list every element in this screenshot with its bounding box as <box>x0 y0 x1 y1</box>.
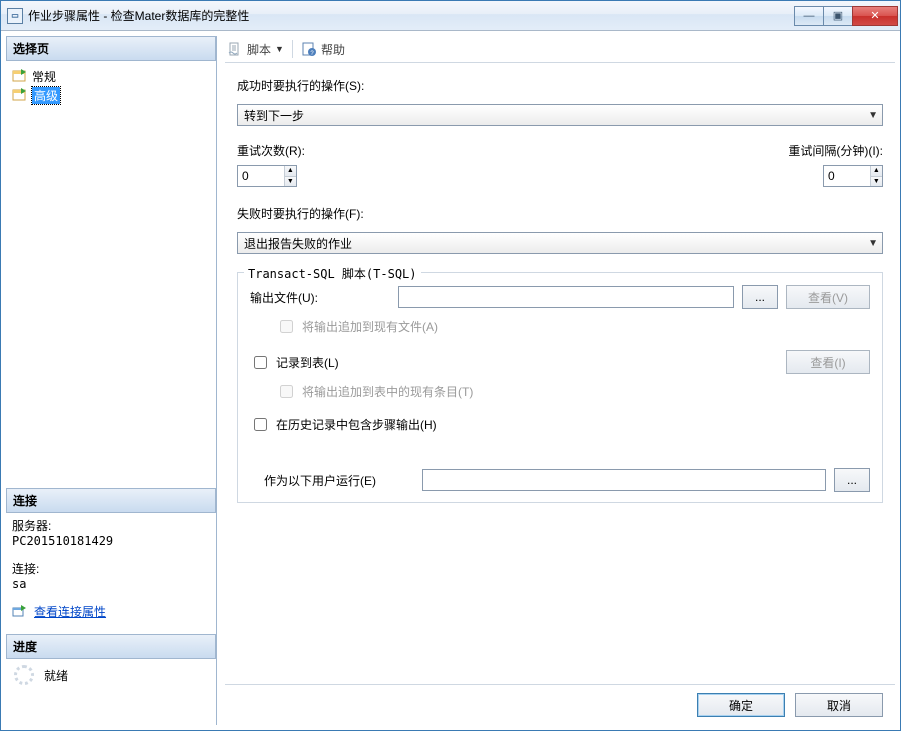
connection-properties-icon <box>12 604 28 620</box>
spin-down-icon[interactable]: ▼ <box>285 177 296 187</box>
retry-count-label: 重试次数(R): <box>237 142 305 159</box>
select-page-header: 选择页 <box>6 36 216 61</box>
spin-down-icon[interactable]: ▼ <box>871 177 882 187</box>
browse-button[interactable]: ... <box>742 285 778 309</box>
dialog-footer: 确定 取消 <box>225 684 895 725</box>
dropdown-arrow-icon: ▼ <box>275 44 284 54</box>
app-icon: ▭ <box>7 8 23 24</box>
include-history-label: 在历史记录中包含步骤输出(H) <box>276 416 437 433</box>
retry-count-input[interactable] <box>238 166 284 186</box>
run-as-browse-button[interactable]: ... <box>834 468 870 492</box>
view-output-file-button[interactable]: 查看(V) <box>786 285 870 309</box>
cancel-button[interactable]: 取消 <box>795 693 883 717</box>
on-success-label: 成功时要执行的操作(S): <box>237 77 883 94</box>
script-icon <box>227 41 243 57</box>
page-icon <box>12 88 28 104</box>
on-success-value: 转到下一步 <box>244 107 304 124</box>
progress-header: 进度 <box>6 634 216 659</box>
append-table-label: 将输出追加到表中的现有条目(T) <box>302 383 473 400</box>
on-success-select[interactable]: 转到下一步 ▼ <box>237 104 883 126</box>
server-value: PC201510181429 <box>12 534 210 548</box>
left-pane: 选择页 常规 高级 连接 <box>6 36 216 725</box>
toolbar-separator <box>292 40 293 58</box>
output-file-label: 输出文件(U): <box>250 289 390 306</box>
close-button[interactable]: ✕ <box>852 6 898 26</box>
page-icon <box>12 69 28 85</box>
help-label: 帮助 <box>321 41 345 58</box>
run-as-input[interactable] <box>422 469 826 491</box>
append-file-label: 将输出追加到现有文件(A) <box>302 318 438 335</box>
include-history-checkbox[interactable] <box>254 418 267 431</box>
titlebar[interactable]: ▭ 作业步骤属性 - 检查Mater数据库的完整性 — ▣ ✕ <box>1 1 900 31</box>
retry-interval-spinner[interactable]: ▲▼ <box>823 165 883 187</box>
chevron-down-icon: ▼ <box>868 238 878 249</box>
window-frame: ▭ 作业步骤属性 - 检查Mater数据库的完整性 — ▣ ✕ 选择页 常规 <box>0 0 901 731</box>
connection-section: 连接 服务器: PC201510181429 连接: sa 查看连接属 <box>6 488 216 624</box>
sidebar-item-label: 高级 <box>32 87 60 104</box>
window-title: 作业步骤属性 - 检查Mater数据库的完整性 <box>28 7 249 24</box>
right-pane: 脚本 ▼ ? 帮助 成功时要执行的操作(S): 转到下一步 ▼ <box>216 36 895 725</box>
sidebar-item-advanced[interactable]: 高级 <box>10 86 212 105</box>
chevron-down-icon: ▼ <box>868 110 878 121</box>
connection-value: sa <box>12 577 210 591</box>
on-failure-select[interactable]: 退出报告失败的作业 ▼ <box>237 232 883 254</box>
script-label: 脚本 <box>247 41 271 58</box>
connection-header: 连接 <box>6 488 216 513</box>
retry-interval-input[interactable] <box>824 166 870 186</box>
progress-status: 就绪 <box>44 667 68 684</box>
retry-interval-label: 重试间隔(分钟)(I): <box>788 142 883 159</box>
on-failure-label: 失败时要执行的操作(F): <box>237 205 883 222</box>
log-table-checkbox[interactable] <box>254 356 267 369</box>
retry-count-spinner[interactable]: ▲▼ <box>237 165 297 187</box>
help-button[interactable]: ? 帮助 <box>301 41 345 58</box>
append-file-checkbox <box>280 320 293 333</box>
page-list: 常规 高级 <box>6 65 216 105</box>
progress-spinner-icon <box>14 665 34 685</box>
on-failure-value: 退出报告失败的作业 <box>244 235 352 252</box>
maximize-button[interactable]: ▣ <box>823 6 853 26</box>
minimize-button[interactable]: — <box>794 6 824 26</box>
log-table-label: 记录到表(L) <box>276 354 339 371</box>
sidebar-item-general[interactable]: 常规 <box>10 67 212 86</box>
spin-up-icon[interactable]: ▲ <box>871 166 882 177</box>
script-button[interactable]: 脚本 ▼ <box>227 41 284 58</box>
ok-button[interactable]: 确定 <box>697 693 785 717</box>
view-connection-properties-link[interactable]: 查看连接属性 <box>34 603 106 620</box>
server-label: 服务器: <box>12 517 210 534</box>
append-table-checkbox <box>280 385 293 398</box>
output-file-input[interactable] <box>398 286 734 308</box>
spin-up-icon[interactable]: ▲ <box>285 166 296 177</box>
tsql-legend: Transact-SQL 脚本(T-SQL) <box>244 265 421 282</box>
connection-label: 连接: <box>12 560 210 577</box>
sidebar-item-label: 常规 <box>32 68 56 85</box>
view-table-button[interactable]: 查看(I) <box>786 350 870 374</box>
tsql-fieldset: Transact-SQL 脚本(T-SQL) 输出文件(U): ... 查看(V… <box>237 272 883 503</box>
progress-section: 进度 就绪 <box>6 634 216 691</box>
run-as-label: 作为以下用户运行(E) <box>264 472 414 489</box>
help-icon: ? <box>301 41 317 57</box>
toolbar: 脚本 ▼ ? 帮助 <box>225 36 895 63</box>
